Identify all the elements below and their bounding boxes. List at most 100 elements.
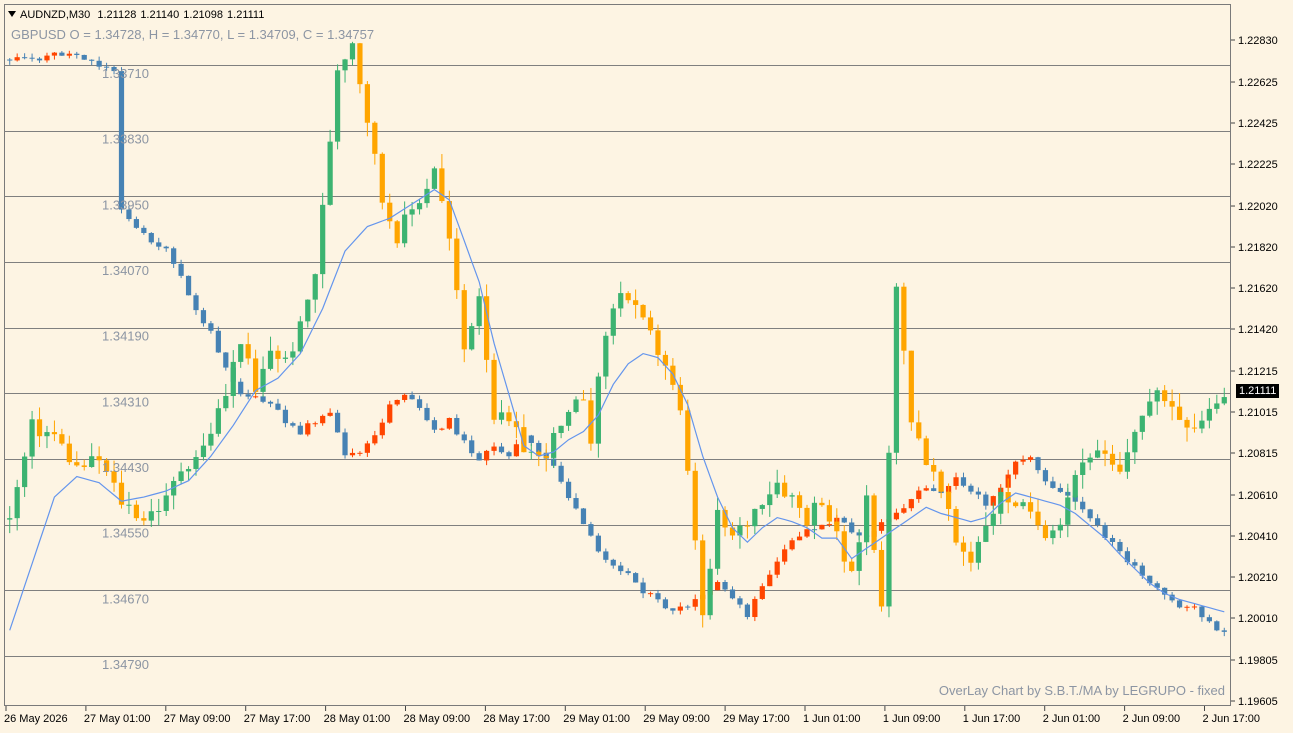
price-label: 1.19605 — [1238, 696, 1278, 708]
overlay-candle-body — [185, 275, 192, 296]
time-label: 27 May 17:00 — [244, 713, 311, 725]
main-candle-body — [230, 361, 236, 397]
overlay-candle-body — [454, 417, 460, 435]
main-candle-body — [1169, 401, 1175, 407]
time-label: 27 May 09:00 — [164, 713, 231, 725]
overlay-candle-body — [491, 446, 497, 451]
time-label: 29 May 17:00 — [723, 713, 790, 725]
main-candle-body — [1042, 525, 1049, 539]
main-candle-body — [603, 335, 609, 377]
overlay-candle-body — [29, 57, 35, 59]
main-candle-body — [625, 293, 631, 301]
overlay-candle-body — [714, 582, 721, 591]
main-candle-body — [208, 433, 214, 446]
main-candle-body — [81, 465, 87, 468]
overlay-candle-body — [156, 242, 162, 247]
overlay-candle-body — [66, 53, 72, 56]
main-candle-body — [685, 410, 691, 471]
overlay-candle-body — [960, 477, 967, 486]
main-candle-body — [923, 438, 929, 466]
main-candle-body — [1162, 390, 1168, 402]
overlay-candle-body — [342, 432, 348, 456]
main-candle-body — [968, 551, 974, 563]
overlay-candle-body — [469, 440, 475, 454]
ohlc-high: 1.21140 — [140, 9, 180, 21]
overlay-candle-body — [782, 549, 788, 562]
overlay-candle-body — [1035, 457, 1041, 471]
overlay-candle-body — [96, 60, 102, 67]
main-candle-body — [633, 300, 639, 305]
overlay-candle-body — [968, 485, 974, 492]
symbol-timeframe: AUDNZD,M30 — [20, 9, 91, 21]
overlay-candle-body — [364, 443, 370, 453]
overlay-candle-body — [171, 248, 177, 264]
main-candle-body — [334, 70, 341, 142]
overlay-candle-body — [260, 396, 266, 402]
time-label: 28 May 09:00 — [404, 713, 471, 725]
main-candle-body — [878, 549, 885, 607]
main-candle-body — [1214, 403, 1220, 409]
overlay-tick-label: 1.34550 — [102, 526, 149, 541]
overlay-candle-body — [1206, 617, 1212, 622]
overlay-candle-body — [677, 606, 683, 611]
overlay-tick-label: 1.34430 — [102, 460, 149, 475]
time-label: 29 May 01:00 — [563, 713, 630, 725]
time-label: 2 Jun 17:00 — [1203, 713, 1261, 725]
chart-window[interactable]: 1.22830 1.22625 1.22425 1.22225 1.22020 1.218… — [0, 0, 1293, 733]
overlay-candle-body — [297, 425, 303, 435]
overlay-candle-body — [22, 57, 28, 59]
main-candle-body — [960, 542, 967, 552]
overlay-candle-body — [163, 246, 169, 249]
chart-canvas[interactable]: 1.22830 1.22625 1.22425 1.22225 1.22020 1.218… — [0, 0, 1293, 733]
main-candle-body — [1109, 453, 1116, 465]
main-candle-body — [193, 457, 199, 469]
overlay-candle-body — [573, 498, 579, 509]
overlay-candle-body — [633, 573, 639, 583]
main-candle-body — [312, 274, 318, 300]
overlay-candle-body — [923, 488, 929, 491]
overlay-candle-body — [767, 574, 773, 587]
main-candle-body — [51, 432, 58, 435]
overlay-candle-body — [878, 522, 885, 531]
overlay-tick-label: 1.34790 — [102, 657, 149, 672]
overlay-candles — [7, 50, 1227, 637]
overlay-candle-body — [565, 481, 572, 499]
main-candle-body — [789, 495, 795, 497]
overlay-candle-body — [931, 488, 937, 491]
main-candle-body — [245, 344, 251, 359]
main-candle-body — [1065, 497, 1071, 525]
price-label: 1.21620 — [1238, 283, 1278, 295]
main-candle-body — [938, 471, 944, 492]
overlay-candle-body — [603, 551, 609, 560]
overlay-tick-label: 1.33830 — [102, 132, 149, 147]
overlay-candle-body — [588, 524, 594, 536]
main-candle-body — [1057, 524, 1063, 531]
time-label: 1 Jun 01:00 — [803, 713, 861, 725]
main-candle-body — [327, 141, 333, 205]
main-candle-body — [1013, 502, 1019, 507]
price-label: 1.20815 — [1238, 448, 1278, 460]
main-candle-body — [275, 350, 281, 359]
overlay-candle-body — [796, 536, 803, 541]
main-candle-body — [551, 433, 557, 458]
main-candle-body — [804, 507, 810, 526]
main-candle-body — [1147, 401, 1153, 416]
main-candle-body — [29, 419, 35, 457]
main-candles — [7, 41, 1227, 628]
overlay-candle-body — [372, 435, 378, 444]
price-label: 1.20210 — [1238, 572, 1278, 584]
main-candle-body — [945, 491, 952, 509]
overlay-candle-body — [51, 52, 58, 56]
dropdown-triangle-icon[interactable] — [8, 11, 16, 17]
main-candle-body — [1094, 450, 1101, 458]
overlay-candle-body — [409, 394, 415, 400]
overlay-candle-body — [513, 444, 520, 457]
overlay-candle-body — [1214, 621, 1220, 631]
main-candle-body — [74, 462, 80, 466]
overlay-candle-body — [908, 499, 914, 509]
main-candle-body — [714, 509, 721, 569]
overlay-candle-body — [148, 232, 154, 243]
overlay-symbol: GBPUSD — [11, 27, 66, 42]
main-candle-body — [856, 542, 862, 571]
main-candle-body — [1124, 452, 1131, 472]
